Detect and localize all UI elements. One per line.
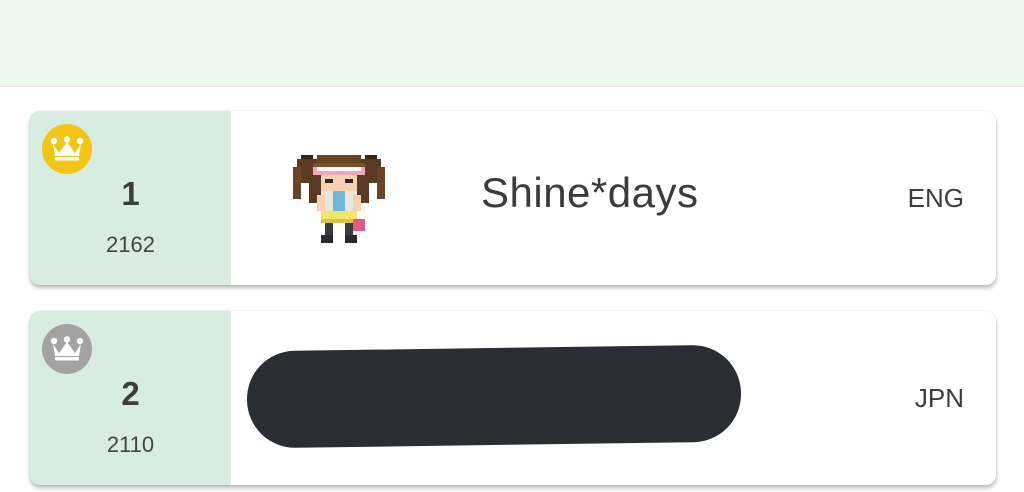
player-info: JPN	[231, 311, 996, 485]
language-label: ENG	[907, 183, 964, 213]
rating-value: 2162	[106, 232, 155, 257]
language-label: JPN	[914, 383, 964, 413]
player-info: Shine*days ENG	[231, 111, 996, 285]
leaderboard-row[interactable]: 1 2162 Shine*days ENG	[30, 111, 996, 285]
rank-number: 2	[121, 375, 140, 412]
crown-silver-icon	[42, 324, 92, 374]
header-band	[0, 0, 1024, 87]
trainer-sprite-icon	[293, 151, 385, 247]
player-name: Shine*days	[481, 169, 699, 216]
redaction-mark	[246, 344, 742, 449]
rank-panel: 2 2110	[30, 311, 231, 485]
rank-number: 1	[121, 175, 140, 212]
rating-value: 2110	[106, 432, 155, 457]
rank-panel: 1 2162	[30, 111, 231, 285]
crown-gold-icon	[42, 124, 92, 174]
leaderboard-row[interactable]: 2 2110 JPN	[30, 311, 996, 485]
